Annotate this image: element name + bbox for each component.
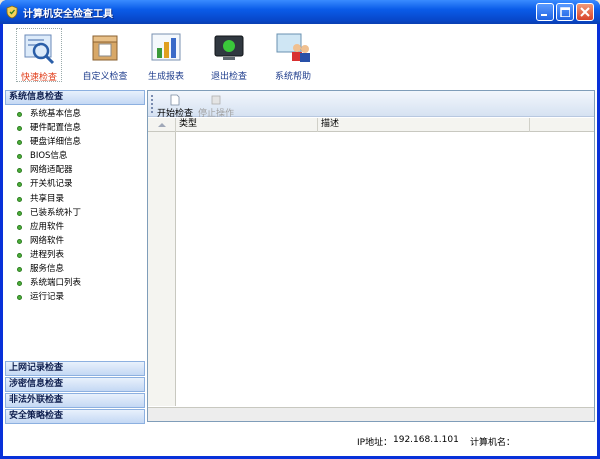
results-panel: 开始检查 停止操作 类型 描述 <box>147 90 595 422</box>
sidebar-bottom-groups: 上网记录检查 涉密信息检查 非法外联检查 安全策略检查 <box>5 361 145 425</box>
ip-label: IP地址： <box>357 438 393 448</box>
sidebar-item-shared-dirs[interactable]: 共享目录 <box>5 192 145 206</box>
exit-check-button[interactable]: 退出检查 <box>206 28 252 82</box>
group-security-policy[interactable]: 安全策略检查 <box>5 409 145 424</box>
bullet-icon <box>17 168 22 174</box>
bullet-icon <box>17 224 22 230</box>
sidebar-item-hardware[interactable]: 硬件配置信息 <box>5 121 145 135</box>
box-document-icon <box>92 35 118 61</box>
panel-toolbar: 开始检查 停止操作 <box>148 91 594 119</box>
column-header-type[interactable]: 类型 <box>176 118 318 132</box>
toolbar-label: 快速检查 <box>20 73 57 83</box>
toolbar-label: 系统帮助 <box>274 72 311 82</box>
column-header-description[interactable]: 描述 <box>318 118 530 132</box>
sidebar-item-power-log[interactable]: 开关机记录 <box>5 177 145 191</box>
sidebar-item-ports[interactable]: 系统端口列表 <box>5 276 145 290</box>
bar-chart-icon <box>151 33 181 61</box>
title-bar[interactable]: 计算机安全检查工具 <box>0 0 600 24</box>
toolbar-label: 生成报表 <box>147 72 184 82</box>
sidebar-item-patches[interactable]: 已装系统补丁 <box>5 206 145 220</box>
help-people-icon <box>276 33 310 62</box>
app-window: 计算机安全检查工具 快速检查 自定义检查 生成报表 退出检查 系统帮助 系统信息… <box>0 0 600 459</box>
bullet-icon <box>17 238 22 244</box>
bullet-icon <box>17 196 22 202</box>
bullet-icon <box>17 210 22 216</box>
bullet-icon <box>17 182 22 188</box>
minimize-button[interactable] <box>536 3 554 21</box>
client-area: 快速检查 自定义检查 生成报表 退出检查 系统帮助 系统信息检查 系统基本信息 … <box>3 24 597 456</box>
sidebar-item-services[interactable]: 服务信息 <box>5 262 145 276</box>
monitor-exit-icon <box>214 35 244 60</box>
custom-check-button[interactable]: 自定义检查 <box>81 28 129 82</box>
minimize-icon <box>541 14 547 16</box>
toolbar-grip[interactable] <box>151 95 153 113</box>
ip-value: 192.168.1.101 <box>393 435 459 445</box>
status-bar: IP地址： 192.168.1.101 计算机名： <box>3 429 597 456</box>
main-toolbar: 快速检查 自定义检查 生成报表 退出检查 系统帮助 <box>3 24 597 84</box>
header-corner[interactable] <box>148 118 176 132</box>
maximize-icon <box>560 7 570 17</box>
bullet-icon <box>17 267 22 273</box>
row-header-column <box>148 132 176 406</box>
close-icon <box>580 7 590 17</box>
sidebar-item-bios[interactable]: BIOS信息 <box>5 149 145 163</box>
app-shield-icon <box>6 5 18 19</box>
group-system-info[interactable]: 系统信息检查 <box>5 90 145 105</box>
bullet-icon <box>17 281 22 287</box>
maximize-button[interactable] <box>556 3 574 21</box>
system-help-button[interactable]: 系统帮助 <box>269 28 317 82</box>
group-external-connection[interactable]: 非法外联检查 <box>5 393 145 408</box>
start-check-button[interactable]: 开始检查 <box>157 94 193 119</box>
horizontal-scrollbar[interactable] <box>148 407 594 421</box>
bullet-icon <box>17 252 22 258</box>
group-web-history[interactable]: 上网记录检查 <box>5 361 145 376</box>
toolbar-label: 自定义检查 <box>82 72 128 82</box>
sidebar-item-applications[interactable]: 应用软件 <box>5 220 145 234</box>
sidebar-item-run-log[interactable]: 运行记录 <box>5 290 145 304</box>
bullet-icon <box>17 295 22 301</box>
window-title: 计算机安全检查工具 <box>23 9 113 20</box>
toolbar-label: 退出检查 <box>210 72 247 82</box>
close-button[interactable] <box>576 3 594 21</box>
bullet-icon <box>17 140 22 146</box>
quick-check-button[interactable]: 快速检查 <box>16 28 62 83</box>
bullet-icon <box>17 126 22 132</box>
sidebar-item-network-software[interactable]: 网络软件 <box>5 234 145 248</box>
bullet-icon <box>17 112 22 117</box>
sort-up-icon <box>158 123 166 127</box>
sidebar-item-disk[interactable]: 硬盘详细信息 <box>5 135 145 149</box>
sidebar-item-processes[interactable]: 进程列表 <box>5 248 145 262</box>
bullet-icon <box>17 154 22 160</box>
hostname-label: 计算机名： <box>470 438 516 448</box>
group-secret-info[interactable]: 涉密信息检查 <box>5 377 145 392</box>
stop-icon <box>211 95 221 105</box>
table-header: 类型 描述 <box>148 118 594 132</box>
document-icon <box>170 94 180 106</box>
sidebar-item-system-basic[interactable]: 系统基本信息 <box>5 107 145 121</box>
sidebar-list: 系统基本信息 硬件配置信息 硬盘详细信息 BIOS信息 网络适配器 开关机记录 … <box>5 107 145 304</box>
stop-operation-button[interactable]: 停止操作 <box>198 94 234 119</box>
generate-report-button[interactable]: 生成报表 <box>143 28 189 82</box>
magnifier-report-icon <box>24 34 55 65</box>
sidebar-item-network-adapter[interactable]: 网络适配器 <box>5 163 145 177</box>
